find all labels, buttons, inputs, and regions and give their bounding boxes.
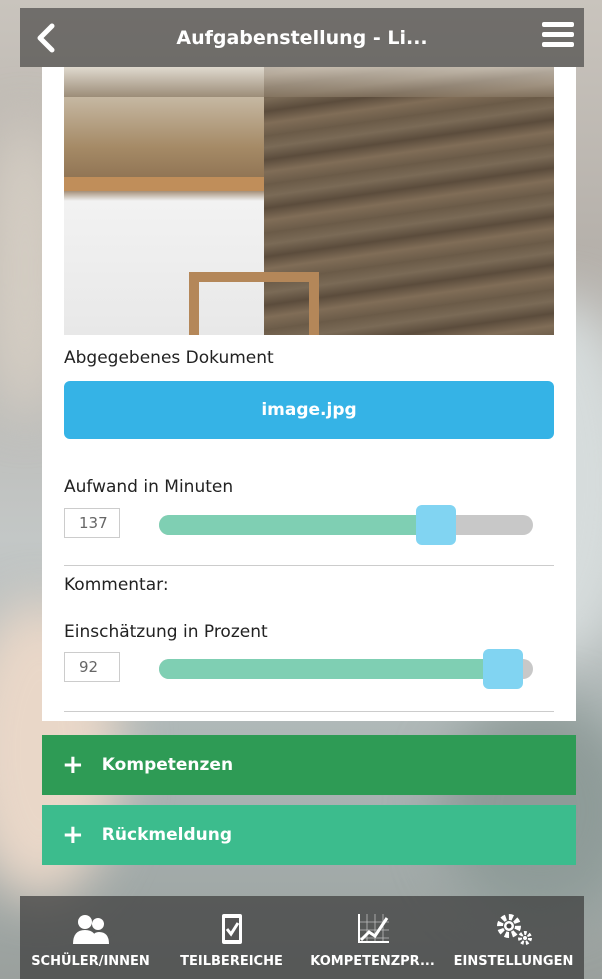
effort-label: Aufwand in Minuten [64,477,234,497]
task-card: Abgegebenes Dokument image.jpg Aufwand i… [42,67,576,721]
bottom-tab-bar: SCHÜLER/INNEN TEILBEREICHE KOMPETENZPR..… [20,896,584,979]
comment-label: Kommentar: [64,575,169,595]
chevron-left-icon [37,23,55,53]
submission-photo [64,67,554,335]
tab-label: KOMPETENZPR... [310,954,435,969]
submitted-document-label: Abgegebenes Dokument [64,348,274,368]
rating-slider[interactable] [159,649,533,689]
rating-value-field[interactable]: 92 [64,652,120,682]
plus-icon: + [62,820,84,850]
effort-slider-fill [159,515,436,535]
effort-slider-thumb[interactable] [415,505,456,545]
app-header: Aufgabenstellung - Li... [20,8,584,67]
divider [64,565,554,566]
divider [64,711,554,712]
rating-slider-fill [159,659,504,679]
menu-button[interactable] [542,22,574,52]
checklist-icon [221,914,242,944]
back-button[interactable] [30,20,62,56]
file-button[interactable]: image.jpg [64,381,554,439]
tab-label: EINSTELLUNGEN [453,954,574,969]
tab-competence-profile[interactable]: KOMPETENZPR... [302,896,443,979]
tab-label: SCHÜLER/INNEN [31,954,150,969]
tab-label: TEILBEREICHE [180,954,283,969]
section-label: Rückmeldung [101,825,232,845]
section-label: Kompetenzen [101,755,234,775]
page-title: Aufgabenstellung - Li... [176,26,428,49]
effort-slider[interactable] [159,505,533,545]
tab-settings[interactable]: EINSTELLUNGEN [443,896,584,979]
section-kompetenzen[interactable]: + Kompetenzen [42,735,576,795]
hamburger-icon [542,22,574,27]
effort-value-field[interactable]: 137 [64,508,120,538]
section-rueckmeldung[interactable]: + Rückmeldung [42,805,576,865]
tab-students[interactable]: SCHÜLER/INNEN [20,896,161,979]
tab-subareas[interactable]: TEILBEREICHE [161,896,302,979]
plus-icon: + [62,750,84,780]
chart-icon [357,914,389,943]
rating-label: Einschätzung in Prozent [64,622,268,642]
users-icon [72,915,109,944]
rating-slider-thumb[interactable] [483,649,524,689]
gears-icon [496,914,532,945]
